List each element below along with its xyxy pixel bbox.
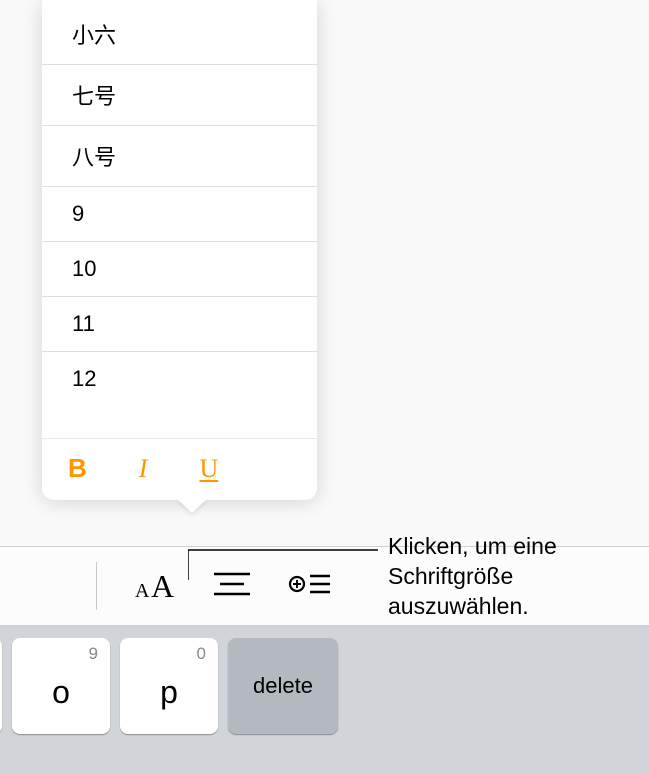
size-item[interactable]: 八号 — [42, 126, 317, 187]
size-item[interactable]: 10 — [42, 242, 317, 297]
font-size-icon: A A — [129, 567, 179, 605]
insert-list-button[interactable] — [285, 561, 335, 611]
size-item[interactable]: 小六 — [42, 8, 317, 65]
key-p[interactable]: 0 p — [120, 638, 218, 734]
key-hint: 9 — [89, 644, 98, 664]
key-main: delete — [253, 673, 313, 699]
size-list: 小六 七号 八号 9 10 11 12 — [42, 0, 317, 438]
popover-arrow — [177, 499, 207, 513]
callout-text: Klicken, um eine Schriftgröße auszuwähle… — [388, 532, 649, 622]
size-item[interactable]: 9 — [42, 187, 317, 242]
key-hint: 0 — [197, 644, 206, 664]
svg-text:A: A — [135, 580, 150, 602]
align-icon — [212, 570, 252, 602]
bold-button[interactable]: B — [68, 453, 87, 484]
underline-button[interactable]: U — [199, 454, 218, 484]
size-item[interactable]: 11 — [42, 297, 317, 352]
align-button[interactable] — [207, 561, 257, 611]
key-o[interactable]: 9 o — [12, 638, 110, 734]
key-delete[interactable]: delete — [228, 638, 338, 734]
keyboard: 8 i 9 o 0 p delete — [0, 626, 649, 774]
format-bar: B I U — [42, 438, 317, 498]
size-item[interactable]: 七号 — [42, 65, 317, 126]
insert-list-icon — [288, 570, 332, 602]
svg-text:A: A — [151, 568, 174, 604]
key-main: p — [160, 674, 178, 711]
key-i[interactable]: 8 i — [0, 638, 2, 734]
key-main: o — [52, 674, 70, 711]
size-item[interactable]: 12 — [42, 352, 317, 396]
font-size-popover: 小六 七号 八号 9 10 11 12 B I U — [42, 0, 317, 500]
italic-button[interactable]: I — [139, 454, 148, 484]
toolbar-divider — [96, 562, 97, 610]
font-size-button[interactable]: A A — [129, 561, 179, 611]
